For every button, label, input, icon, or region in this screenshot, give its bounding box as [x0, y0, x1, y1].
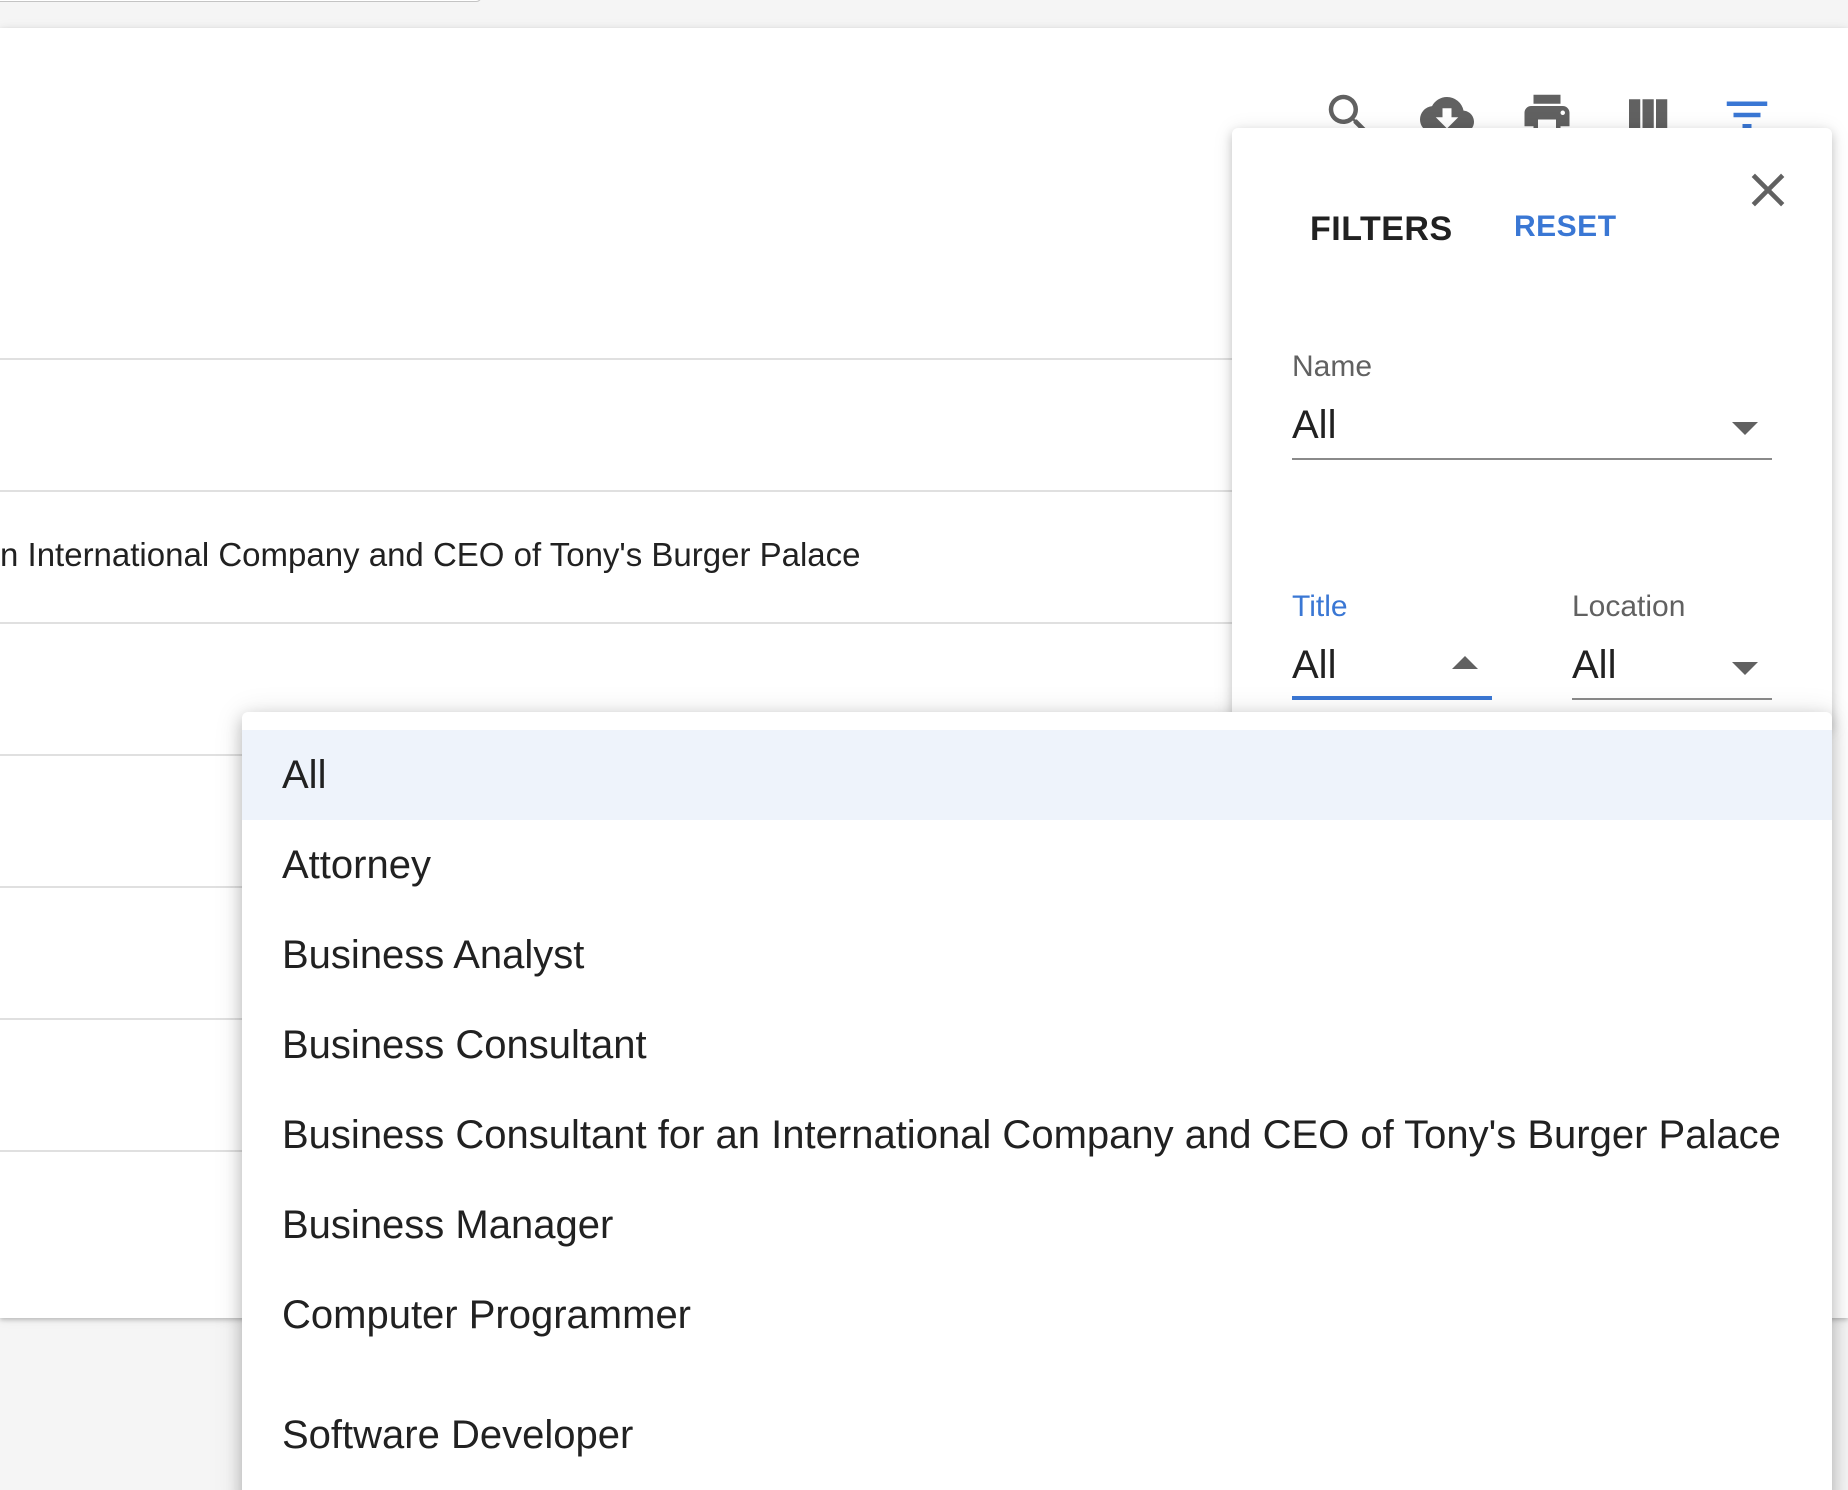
- row-divider: [0, 622, 1240, 624]
- close-icon[interactable]: [1740, 162, 1796, 218]
- chevron-up-icon: [1452, 656, 1478, 669]
- table-cell-title: n International Company and CEO of Tony'…: [0, 536, 861, 573]
- location-filter-select[interactable]: All: [1572, 640, 1772, 700]
- name-filter: Name All: [1292, 350, 1772, 460]
- menu-option[interactable]: Business Consultant: [242, 1000, 1832, 1090]
- reset-button[interactable]: RESET: [1514, 210, 1617, 244]
- screen: n International Company and CEO of Tony'…: [0, 0, 1848, 1490]
- row-divider: [0, 358, 1240, 360]
- chevron-down-icon: [1732, 662, 1758, 675]
- menu-option[interactable]: Software Developer: [242, 1390, 1832, 1480]
- menu-option[interactable]: Attorney: [242, 820, 1832, 910]
- menu-option[interactable]: Business Consultant for an International…: [242, 1090, 1832, 1180]
- row-divider: [0, 490, 1240, 492]
- filter-panel: FILTERS RESET Name All Title All Locatio…: [1232, 128, 1832, 728]
- menu-option[interactable]: Computer Programmer: [242, 1270, 1832, 1360]
- menu-option[interactable]: All: [242, 730, 1832, 820]
- chevron-down-icon: [1732, 422, 1758, 435]
- title-options-menu: All Attorney Business Analyst Business C…: [242, 712, 1832, 1490]
- title-filter: Title All: [1292, 590, 1492, 700]
- name-filter-label: Name: [1292, 350, 1373, 383]
- title-filter-select[interactable]: All: [1292, 640, 1492, 700]
- menu-spacer: [242, 1360, 1832, 1390]
- menu-option[interactable]: Business Analyst: [242, 910, 1832, 1000]
- menu-option[interactable]: Business Manager: [242, 1180, 1832, 1270]
- name-filter-select[interactable]: All: [1292, 400, 1772, 460]
- search-field-edge[interactable]: [0, 0, 482, 2]
- name-filter-value: All: [1292, 403, 1337, 447]
- title-filter-label: Title: [1292, 590, 1348, 623]
- location-filter-label: Location: [1572, 590, 1686, 623]
- location-filter: Location All: [1572, 590, 1772, 700]
- filter-panel-title: FILTERS: [1310, 210, 1453, 248]
